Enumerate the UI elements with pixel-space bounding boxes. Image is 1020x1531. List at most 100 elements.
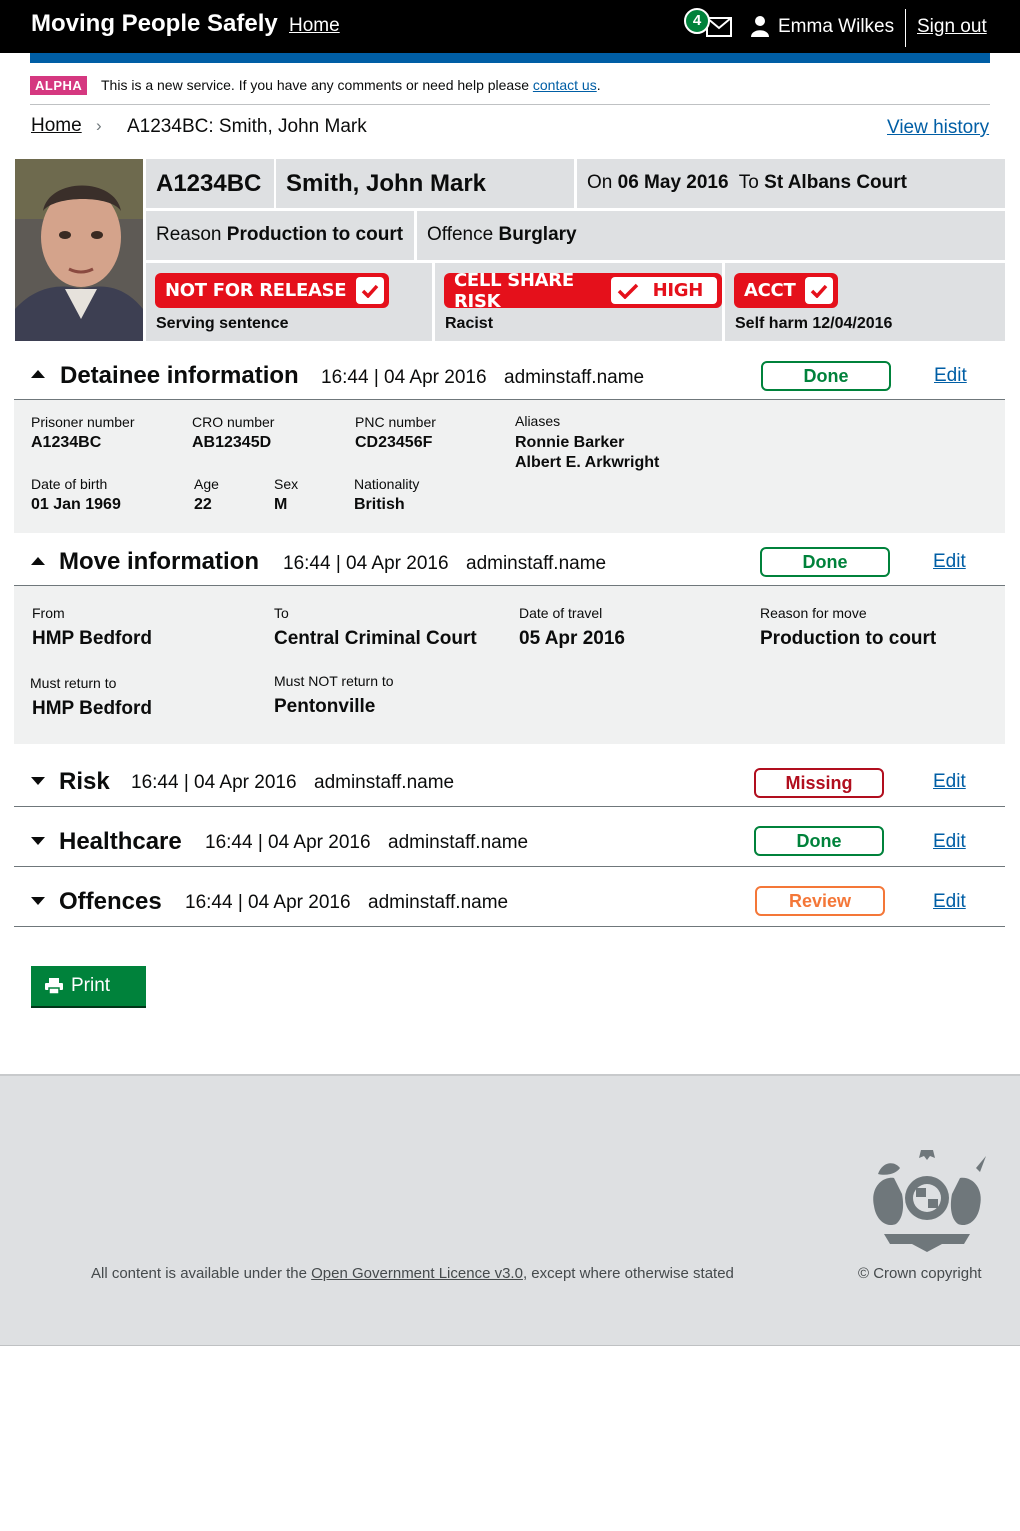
licence-text: All content is available under the Open … bbox=[91, 1265, 734, 1282]
expand-icon[interactable] bbox=[31, 837, 45, 845]
risk-level-indicator: HIGH bbox=[610, 277, 717, 304]
prisoner-number-value: A1234BC bbox=[31, 434, 102, 451]
section-offences[interactable]: Offences 16:44 | 04 Apr 2016 adminstaff.… bbox=[14, 879, 1005, 927]
edit-link[interactable]: Edit bbox=[933, 551, 966, 573]
pnc-number-label: PNC number bbox=[355, 414, 436, 430]
crown-copyright[interactable]: © Crown copyright bbox=[858, 1265, 982, 1282]
expand-icon[interactable] bbox=[31, 897, 45, 905]
site-header: Moving People Safely Home 4 Emma Wilkes … bbox=[0, 0, 1020, 53]
must-return-value: HMP Bedford bbox=[32, 698, 152, 719]
expand-icon[interactable] bbox=[31, 777, 45, 785]
section-timestamp: 16:44 | 04 Apr 2016 bbox=[283, 553, 449, 574]
section-risk[interactable]: Risk 16:44 | 04 Apr 2016 adminstaff.name… bbox=[14, 759, 1005, 807]
header-home-link[interactable]: Home bbox=[289, 15, 340, 37]
must-return-label: Must return to bbox=[30, 675, 117, 691]
reason-summary: Reason Production to court bbox=[156, 224, 404, 245]
section-detainee-information[interactable]: Detainee information 16:44 | 04 Apr 2016… bbox=[14, 352, 1005, 400]
nationality-label: Nationality bbox=[354, 476, 420, 492]
alert-badge: NOT FOR RELEASE bbox=[155, 273, 390, 308]
dob-label: Date of birth bbox=[31, 476, 108, 492]
edit-link[interactable]: Edit bbox=[934, 365, 967, 387]
view-history-link[interactable]: View history bbox=[887, 117, 989, 139]
edit-link[interactable]: Edit bbox=[933, 891, 966, 913]
detainee-photo bbox=[15, 159, 143, 341]
alias-value: Ronnie Barker bbox=[515, 434, 625, 451]
section-timestamp: 16:44 | 04 Apr 2016 bbox=[131, 772, 297, 793]
status-badge: Review bbox=[755, 886, 885, 916]
alert-detail: Racist bbox=[445, 315, 494, 332]
section-user: adminstaff.name bbox=[504, 367, 645, 388]
must-not-return-value: Pentonville bbox=[274, 696, 376, 717]
travel-date-label: Date of travel bbox=[519, 605, 603, 621]
section-timestamp: 16:44 | 04 Apr 2016 bbox=[321, 367, 487, 388]
alias-value: Albert E. Arkwright bbox=[515, 454, 660, 471]
pnc-number-value: CD23456F bbox=[355, 434, 433, 451]
move-summary-cell: On 06 May 2016 To St Albans Court bbox=[577, 159, 1005, 208]
detainee-name-cell: Smith, John Mark bbox=[276, 159, 574, 208]
cro-number-label: CRO number bbox=[192, 414, 275, 430]
prisoner-id-cell: A1234BC bbox=[146, 159, 274, 208]
aliases-label: Aliases bbox=[515, 413, 561, 429]
age-label: Age bbox=[194, 476, 219, 492]
from-label: From bbox=[32, 605, 65, 621]
tick-icon bbox=[617, 283, 638, 299]
sign-out-link[interactable]: Sign out bbox=[917, 16, 987, 38]
edit-link[interactable]: Edit bbox=[933, 771, 966, 793]
section-user: adminstaff.name bbox=[388, 832, 529, 853]
section-title: Move information bbox=[59, 548, 260, 575]
site-footer: All content is available under the Open … bbox=[0, 1074, 1020, 1346]
alert-acct: ACCT Self harm 12/04/2016 bbox=[725, 263, 1005, 341]
from-value: HMP Bedford bbox=[32, 628, 152, 649]
offence-summary: Offence Burglary bbox=[427, 224, 577, 245]
move-reason-value: Production to court bbox=[760, 628, 937, 649]
status-badge: Done bbox=[760, 547, 890, 577]
reason-cell: Reason Production to court bbox=[146, 211, 414, 260]
travel-date-value: 05 Apr 2016 bbox=[519, 628, 625, 649]
print-label: Print bbox=[71, 975, 111, 996]
move-summary: On 06 May 2016 To St Albans Court bbox=[587, 172, 907, 193]
tick-icon bbox=[805, 277, 834, 304]
message-count-badge[interactable]: 4 bbox=[684, 8, 710, 34]
alert-cell-share-risk: CELL SHARE RISK HIGH Racist bbox=[435, 263, 722, 341]
contact-us-link[interactable]: contact us bbox=[533, 77, 597, 93]
to-value: Central Criminal Court bbox=[274, 628, 477, 649]
edit-link[interactable]: Edit bbox=[933, 831, 966, 853]
detainee-details-panel: Prisoner number A1234BC CRO number AB123… bbox=[14, 400, 1005, 533]
collapse-icon[interactable] bbox=[31, 557, 45, 565]
printer-icon bbox=[45, 978, 63, 994]
section-move-information[interactable]: Move information 16:44 | 04 Apr 2016 adm… bbox=[14, 538, 1005, 586]
section-timestamp: 16:44 | 04 Apr 2016 bbox=[205, 832, 371, 853]
breadcrumb-home[interactable]: Home bbox=[31, 115, 82, 137]
status-badge: Done bbox=[761, 361, 891, 391]
section-title: Offences bbox=[59, 888, 162, 915]
cro-number-value: AB12345D bbox=[192, 434, 272, 451]
must-not-return-label: Must NOT return to bbox=[274, 673, 394, 689]
alert-not-for-release: NOT FOR RELEASE Serving sentence bbox=[146, 263, 432, 341]
breadcrumb-separator: › bbox=[96, 116, 102, 135]
dob-value: 01 Jan 1969 bbox=[31, 496, 121, 513]
phase-banner-text: This is a new service. If you have any c… bbox=[101, 77, 601, 93]
collapse-icon[interactable] bbox=[31, 370, 45, 378]
move-reason-label: Reason for move bbox=[760, 605, 867, 621]
move-details-panel: From HMP Bedford To Central Criminal Cou… bbox=[14, 586, 1005, 744]
tick-icon bbox=[356, 277, 385, 304]
section-healthcare[interactable]: Healthcare 16:44 | 04 Apr 2016 adminstaf… bbox=[14, 819, 1005, 867]
status-badge: Done bbox=[754, 826, 884, 856]
print-button[interactable]: Print bbox=[31, 966, 146, 1006]
breadcrumb-current: A1234BC: Smith, John Mark bbox=[127, 116, 367, 137]
alert-badge: CELL SHARE RISK HIGH bbox=[444, 270, 722, 312]
age-value: 22 bbox=[194, 496, 212, 513]
section-title: Risk bbox=[59, 768, 110, 795]
sex-label: Sex bbox=[274, 476, 299, 492]
section-timestamp: 16:44 | 04 Apr 2016 bbox=[185, 892, 351, 913]
service-name[interactable]: Moving People Safely bbox=[31, 10, 278, 38]
header-divider bbox=[905, 9, 906, 47]
section-title: Detainee information bbox=[60, 362, 299, 389]
detainee-name: Smith, John Mark bbox=[286, 170, 487, 197]
open-government-licence-link[interactable]: Open Government Licence v3.0 bbox=[311, 1265, 523, 1282]
to-label: To bbox=[274, 605, 289, 621]
section-user: adminstaff.name bbox=[368, 892, 509, 913]
section-title: Healthcare bbox=[59, 828, 182, 855]
user-name: Emma Wilkes bbox=[778, 16, 895, 37]
offence-cell: Offence Burglary bbox=[417, 211, 1005, 260]
